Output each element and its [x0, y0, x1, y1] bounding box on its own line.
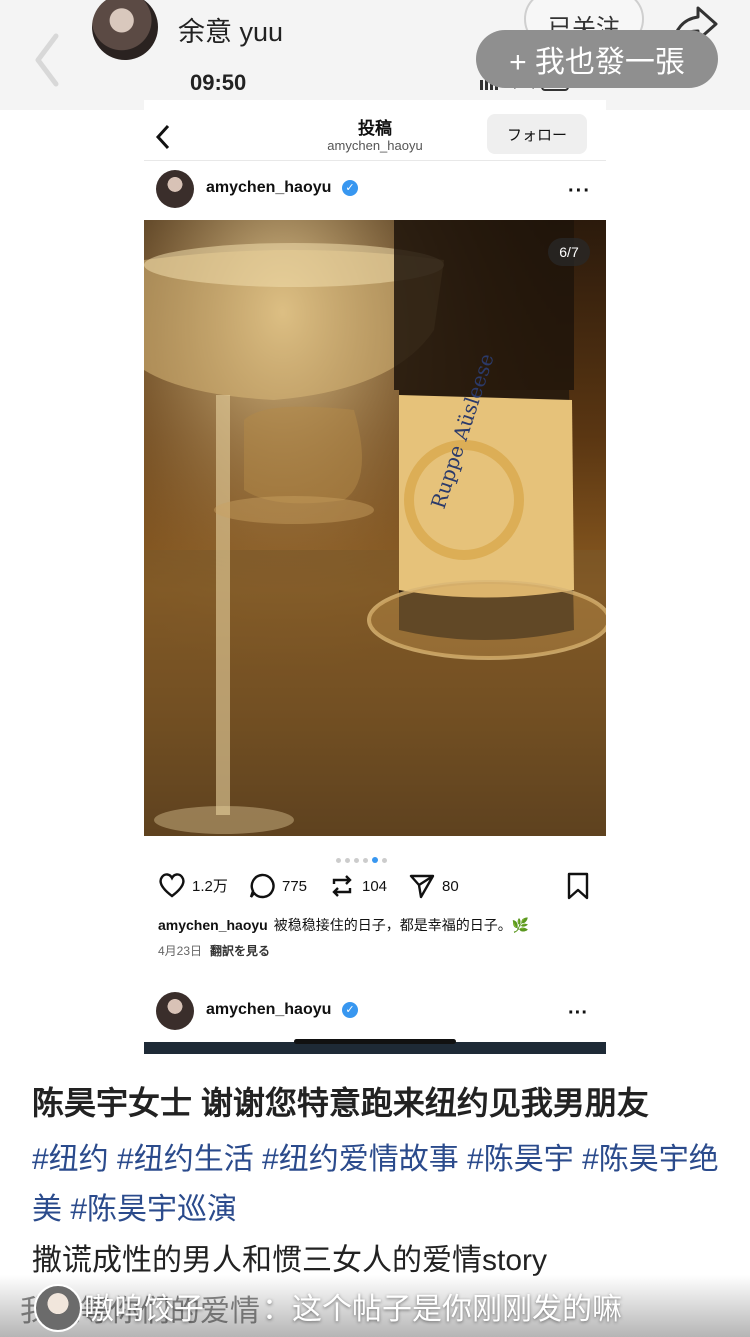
heart-icon: [159, 873, 185, 898]
post-date: 4月23日: [158, 944, 203, 958]
post-headline: 陈昊宇女士 谢谢您特意跑来纽约见我男朋友: [32, 1085, 649, 1121]
post-body: 撒谎成性的男人和惯三女人的爱情story: [32, 1244, 548, 1277]
share-count: 80: [442, 877, 459, 895]
post-too-button[interactable]: + 我也發一張: [476, 30, 718, 88]
repost-action: 104: [328, 872, 387, 900]
carousel-dot-active: [372, 857, 378, 863]
carousel-dot: [363, 858, 368, 863]
caption-user: amychen_haoyu: [158, 917, 268, 933]
author-name[interactable]: 余意 yuu: [178, 10, 283, 49]
embed-avatar-2: [156, 992, 194, 1030]
post-hashtags[interactable]: #纽约 #纽约生活 #纽约爱情故事 #陈昊宇 #陈昊宇绝美 #陈昊宇巡演: [32, 1135, 722, 1235]
comment-icon: [249, 873, 275, 899]
commenter-name[interactable]: 嗷呜饺子: [84, 1284, 204, 1328]
wine-photo: Ruppe Aüsleese 6/7: [144, 220, 606, 836]
embed-follow-button: フォロー: [487, 114, 587, 154]
carousel-dot: [336, 858, 341, 863]
embed-avatar: [156, 170, 194, 208]
carousel-dot: [382, 858, 387, 863]
carousel-dot: [354, 858, 359, 863]
share-action: 80: [408, 872, 459, 900]
repost-count: 104: [362, 877, 388, 895]
carousel-dots: [334, 850, 389, 868]
bookmark-icon: [567, 872, 589, 900]
send-icon: [409, 874, 435, 899]
verified-icon-2: ✓: [342, 1002, 358, 1018]
more-icon: ···: [568, 180, 591, 202]
repost-icon: [332, 875, 352, 897]
verified-icon: ✓: [342, 180, 358, 196]
translate-link: 翻訳を見る: [210, 944, 271, 958]
embed-date: 4月23日 翻訳を見る: [158, 942, 270, 959]
embed-next-photo: [144, 1039, 606, 1054]
photo-counter: 6/7: [548, 238, 590, 266]
embed-username: amychen_haoyu: [206, 179, 332, 196]
embed-username-2: amychen_haoyu: [206, 1001, 332, 1018]
wine-scene-illustration: Ruppe Aüsleese: [144, 220, 606, 836]
like-count: 1.2万: [192, 877, 228, 895]
action-row: 1.2万 775 104 80: [158, 872, 598, 902]
divider: [144, 160, 606, 161]
caption-text: 被稳稳接住的日子，都是幸福的日子。🌿: [273, 917, 530, 933]
embed-caption: amychen_haoyu 被稳稳接住的日子，都是幸福的日子。🌿: [158, 915, 598, 935]
like-action: 1.2万: [158, 872, 228, 898]
carousel-dot: [345, 858, 350, 863]
comment-count: 775: [282, 877, 308, 895]
status-time: 09:50: [190, 70, 247, 95]
comment-text: ：这个帖子是你刚刚发的嘛: [262, 1293, 622, 1326]
more-icon-2: ···: [568, 1002, 588, 1024]
commenter-avatar[interactable]: [34, 1284, 82, 1332]
back-chevron-icon[interactable]: [30, 30, 64, 90]
comment-action: 775: [248, 872, 307, 900]
embedded-screenshot: 投稿 amychen_haoyu フォロー amychen_haoyu ✓ ··…: [144, 100, 606, 1055]
